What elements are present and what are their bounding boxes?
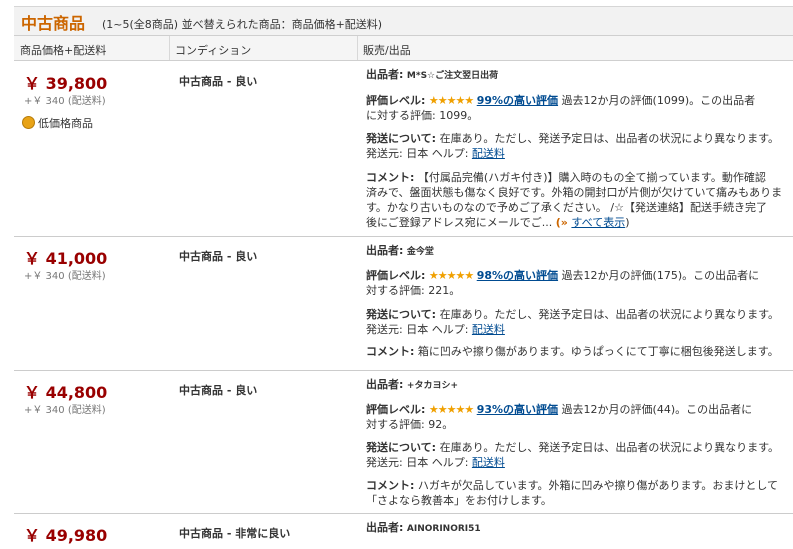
result-range-text: (1~5(全8商品) 並べ替えられた商品：商品価格+配送料) [102, 18, 383, 31]
comment-line: 「さよなら教善本」をお付けします。 [366, 494, 552, 507]
star-rating-icon: ★★★★★ [428, 269, 474, 282]
ship-origin: 発送元: 日本 ヘルプ: [366, 147, 472, 160]
comment-line: 箱に凹みや擦り傷があります。ゆうぱっくにて丁寧に梱包後発送します。 [414, 345, 779, 358]
condition-text: 中古商品 - 良い [179, 384, 258, 397]
shipping-block: 発送について: 在庫あり。ただし、発送予定日は、出品者の状況により異なります。 … [366, 131, 792, 161]
comment-line: ハガキが欠品しています。外箱に凹みや擦り傷があります。おまけとして [414, 479, 779, 492]
comment-line: 済みで、盤面状態も傷なく良好です。外箱の開封口が片側が欠けていて痛みもありま [366, 186, 783, 199]
seller-name-line: 出品者: AINORINORI51 [366, 520, 792, 537]
seller-name-line: 出品者: 金今堂 [366, 243, 792, 260]
column-header-condition[interactable]: コンディション [175, 42, 251, 58]
rating-detail-cont: に対する評価: 1099。 [366, 109, 479, 122]
seller-name[interactable]: M*S☆ご注文翌日出荷 [407, 71, 498, 81]
seller-label: 出品者: [366, 378, 404, 391]
coin-icon [22, 116, 35, 129]
offer-price: ￥ 41,000 [24, 249, 108, 268]
rating-detail-cont: 対する評価: 221。 [366, 284, 461, 297]
rating-detail-cont: 対する評価: 92。 [366, 418, 454, 431]
rating-block: 評価レベル: ★★★★★ 98%の高い評価 過去12か月の評価(175)。この出… [366, 268, 792, 298]
rating-detail: 過去12か月の評価(44)。この出品者に [558, 403, 753, 416]
ship-origin: 発送元: 日本 ヘルプ: [366, 323, 472, 336]
ship-origin: 発送元: 日本 ヘルプ: [366, 456, 472, 469]
column-divider [169, 36, 170, 60]
shipping-block: 発送について: 在庫あり。ただし、発送予定日は、出品者の状況により異なります。 … [366, 440, 792, 470]
comment-line: す。かなり古いものなので予めご了承ください。 /☆【発送連絡】配送手続き完了 [366, 201, 767, 214]
expand-arrow-icon: (» [555, 216, 568, 229]
seller-name-line: 出品者: M*S☆ご注文翌日出荷 [366, 67, 792, 84]
offer-price: ￥ 49,980 [24, 526, 108, 545]
shipping-block: 発送について: 在庫あり。ただし、発送予定日は、出品者の状況により異なります。 … [366, 307, 792, 337]
seller-label: 出品者: [366, 244, 404, 257]
low-price-badge-label: 低価格商品 [38, 117, 93, 130]
rating-percent-link[interactable]: 98%の高い評価 [477, 269, 558, 282]
comment-line: 【付属品完備(ハガキ付き)】購入時のもの全て揃っています。動作確認 [414, 171, 766, 184]
star-rating-icon: ★★★★★ [428, 94, 474, 107]
comment-label: コメント: [366, 171, 415, 184]
column-divider [357, 36, 358, 60]
shipping-fee-link[interactable]: 配送料 [472, 456, 505, 469]
offer-price: ￥ 39,800 [24, 74, 108, 93]
used-offers-page: 中古商品 (1~5(全8商品) 並べ替えられた商品：商品価格+配送料) 商品価格… [0, 0, 793, 549]
rating-label: 評価レベル: [366, 403, 426, 416]
offer-price: ￥ 44,800 [24, 383, 108, 402]
shipping-text: 在庫あり。ただし、発送予定日は、出品者の状況により異なります。 [436, 441, 780, 454]
comment-block: コメント: 箱に凹みや擦り傷があります。ゆうぱっくにて丁寧に梱包後発送します。 [366, 344, 792, 359]
rating-percent-link[interactable]: 99%の高い評価 [477, 94, 558, 107]
rating-block: 評価レベル: ★★★★★ 99%の高い評価 過去12か月の評価(1099)。この… [366, 93, 792, 123]
star-rating-icon: ★★★★★ [428, 403, 474, 416]
seller-name[interactable]: AINORINORI51 [407, 524, 481, 534]
shipping-fee: +￥ 340 (配送料) [24, 96, 106, 107]
comment-block: コメント: ハガキが欠品しています。外箱に凹みや擦り傷があります。おまけとして … [366, 478, 792, 508]
seller-name[interactable]: 金今堂 [407, 247, 434, 257]
column-header-row: 商品価格+配送料 コンディション 販売/出品 [14, 35, 793, 61]
comment-label: コメント: [366, 345, 415, 358]
comment-label: コメント: [366, 479, 415, 492]
rating-detail: 過去12か月の評価(1099)。この出品者 [558, 94, 756, 107]
shipping-text: 在庫あり。ただし、発送予定日は、出品者の状況により異なります。 [436, 308, 780, 321]
offer-row: ￥ 49,980 中古商品 - 非常に良い 出品者: AINORINORI51 [14, 514, 793, 549]
shipping-fee-link[interactable]: 配送料 [472, 323, 505, 336]
condition-text: 中古商品 - 良い [179, 75, 258, 88]
offer-row: ￥ 41,000 +￥ 340 (配送料) 中古商品 - 良い 出品者: 金今堂… [14, 237, 793, 370]
show-all-close: ) [625, 216, 630, 229]
rating-label: 評価レベル: [366, 269, 426, 282]
condition-text: 中古商品 - 非常に良い [179, 527, 291, 540]
comment-line: 後にご登録アドレス宛にメールでご... [366, 216, 553, 229]
shipping-label: 発送について: [366, 308, 437, 321]
seller-name[interactable]: +タカヨシ+ [407, 381, 458, 391]
rating-percent-link[interactable]: 93%の高い評価 [477, 403, 558, 416]
column-header-price[interactable]: 商品価格+配送料 [20, 42, 106, 58]
shipping-fee-link[interactable]: 配送料 [472, 147, 505, 160]
rating-detail: 過去12か月の評価(175)。この出品者に [558, 269, 760, 282]
show-all-link[interactable]: すべて表示 [571, 216, 625, 229]
shipping-text: 在庫あり。ただし、発送予定日は、出品者の状況により異なります。 [436, 132, 780, 145]
shipping-fee: +￥ 340 (配送料) [24, 405, 106, 416]
offer-row: ￥ 44,800 +￥ 340 (配送料) 中古商品 - 良い 出品者: +タカ… [14, 371, 793, 512]
seller-label: 出品者: [366, 521, 404, 534]
offers-header-bar: 中古商品 (1~5(全8商品) 並べ替えられた商品：商品価格+配送料) [14, 6, 793, 35]
rating-label: 評価レベル: [366, 94, 426, 107]
comment-block: コメント: 【付属品完備(ハガキ付き)】購入時のもの全て揃っています。動作確認 … [366, 170, 792, 230]
seller-name-line: 出品者: +タカヨシ+ [366, 377, 792, 394]
shipping-label: 発送について: [366, 132, 437, 145]
column-header-seller[interactable]: 販売/出品 [363, 42, 411, 58]
shipping-label: 発送について: [366, 441, 437, 454]
seller-label: 出品者: [366, 68, 404, 81]
shipping-fee: +￥ 340 (配送料) [24, 271, 106, 282]
rating-block: 評価レベル: ★★★★★ 93%の高い評価 過去12か月の評価(44)。この出品… [366, 402, 792, 432]
offer-row: ￥ 39,800 +￥ 340 (配送料) 低価格商品 中古商品 - 良い 出品… [14, 62, 793, 236]
condition-text: 中古商品 - 良い [179, 250, 258, 263]
section-title: 中古商品 [21, 14, 86, 33]
low-price-badge: 低価格商品 [22, 115, 93, 131]
